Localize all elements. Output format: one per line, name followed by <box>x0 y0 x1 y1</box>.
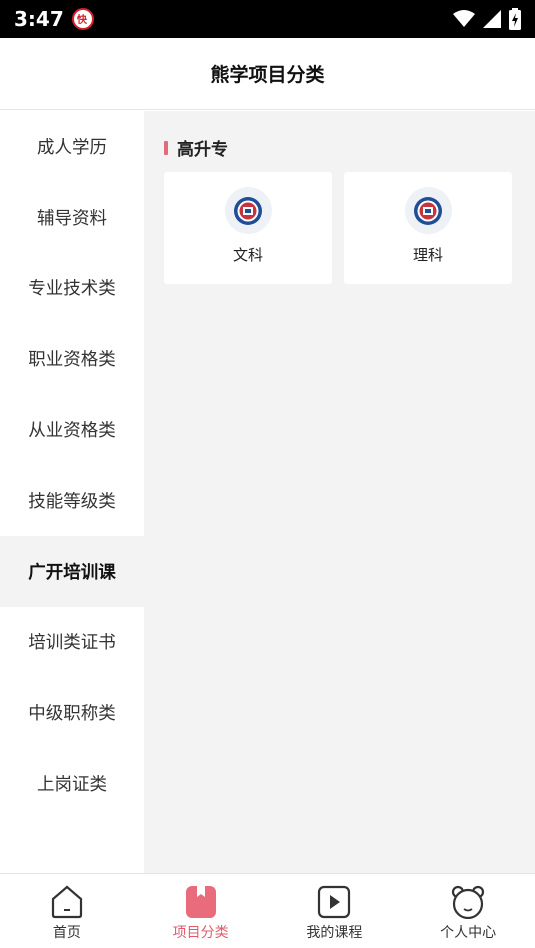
university-logo-icon <box>224 187 272 234</box>
page-title: 熊学项目分类 <box>0 38 535 110</box>
section-marker <box>164 140 168 155</box>
bottom-tab-bar: 首页 项目分类 我的课程 个人中心 <box>0 873 535 948</box>
sidebar-item-intermediate-titles[interactable]: 中级职称类 <box>0 677 144 748</box>
tab-home-label: 首页 <box>52 925 81 941</box>
sidebar-item-training-certificates[interactable]: 培训类证书 <box>0 607 144 678</box>
card-grid: 文科 理科 <box>164 172 512 284</box>
tab-home[interactable]: 首页 <box>0 874 134 948</box>
tab-my-courses[interactable]: 我的课程 <box>268 874 402 948</box>
sidebar-item-adult-education[interactable]: 成人学历 <box>0 111 144 182</box>
section-header: 高升专 <box>164 135 228 160</box>
wifi-icon <box>453 10 475 27</box>
card-label: 理科 <box>412 246 443 264</box>
card-label: 文科 <box>232 246 263 264</box>
tab-categories-label: 项目分类 <box>172 925 229 941</box>
card-liberal-arts[interactable]: 文科 <box>164 172 332 284</box>
svg-text:快: 快 <box>76 13 88 26</box>
status-icons <box>453 8 521 30</box>
card-science[interactable]: 理科 <box>344 172 512 284</box>
sidebar-item-job-certificates[interactable]: 上岗证类 <box>0 748 144 819</box>
status-bar: 3:47 快 <box>0 0 535 38</box>
sidebar-item-professional-technical[interactable]: 专业技术类 <box>0 253 144 324</box>
sidebar-item-skill-level[interactable]: 技能等级类 <box>0 465 144 536</box>
category-sidebar: 成人学历 辅导资料 专业技术类 职业资格类 从业资格类 技能等级类 广开培训课 … <box>0 111 144 873</box>
university-logo-icon <box>404 187 452 234</box>
tab-profile[interactable]: 个人中心 <box>401 874 535 948</box>
tab-categories[interactable]: 项目分类 <box>134 874 268 948</box>
sidebar-item-tutoring-materials[interactable]: 辅导资料 <box>0 182 144 253</box>
bookmark-icon <box>183 884 219 920</box>
sidebar-item-practice-qualification[interactable]: 从业资格类 <box>0 394 144 465</box>
category-content: 高升专 文科 理科 <box>144 111 535 873</box>
sidebar-item-open-training[interactable]: 广开培训课 <box>0 535 144 607</box>
tab-profile-label: 个人中心 <box>440 925 497 941</box>
bear-face-icon <box>450 884 486 920</box>
battery-icon <box>509 8 521 30</box>
signal-icon <box>483 10 501 28</box>
play-icon <box>316 884 352 920</box>
sidebar-item-vocational-qualification[interactable]: 职业资格类 <box>0 323 144 394</box>
home-icon <box>49 884 85 920</box>
status-time: 3:47 <box>14 7 64 31</box>
tab-my-courses-label: 我的课程 <box>306 925 363 941</box>
section-title: 高升专 <box>177 140 228 160</box>
app-notification-icon: 快 <box>71 8 94 30</box>
